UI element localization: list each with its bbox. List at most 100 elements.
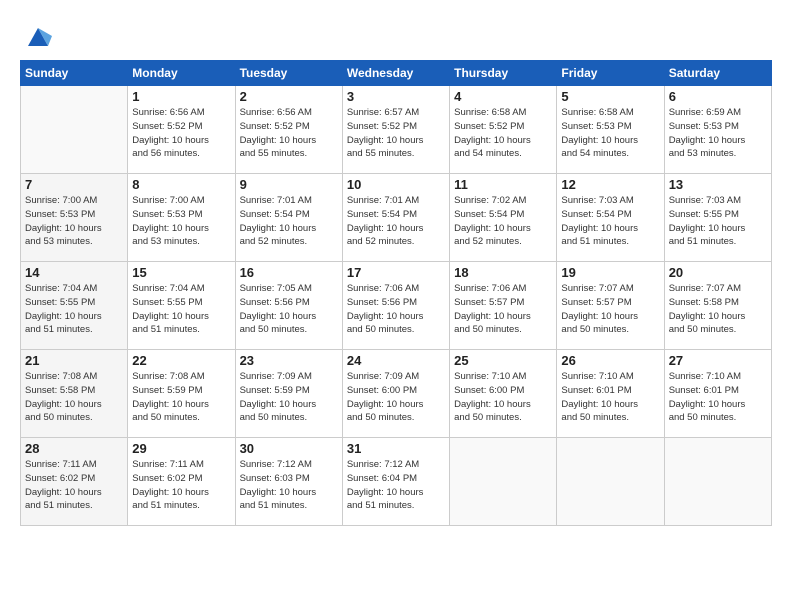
calendar-cell: 11 Sunrise: 7:02 AM Sunset: 5:54 PM Dayli… xyxy=(450,174,557,262)
calendar-week-row: 21Sunrise: 7:08 AM Sunset: 5:58 PM Dayli… xyxy=(21,350,772,438)
calendar-cell: 27Sunrise: 7:10 AM Sunset: 6:01 PM Dayli… xyxy=(664,350,771,438)
day-info: Sunrise: 7:04 AM Sunset: 5:55 PM Dayligh… xyxy=(132,282,230,337)
calendar-cell: 13Sunrise: 7:03 AM Sunset: 5:55 PM Dayli… xyxy=(664,174,771,262)
day-info: Sunrise: 6:58 AM Sunset: 5:52 PM Dayligh… xyxy=(454,106,552,161)
day-number: 25 xyxy=(454,353,552,368)
day-info: Sunrise: 7:10 AM Sunset: 6:01 PM Dayligh… xyxy=(561,370,659,425)
day-number: 16 xyxy=(240,265,338,280)
day-number: 30 xyxy=(240,441,338,456)
calendar-cell: 29Sunrise: 7:11 AM Sunset: 6:02 PM Dayli… xyxy=(128,438,235,526)
calendar-cell: 15 Sunrise: 7:04 AM Sunset: 5:55 PM Dayli… xyxy=(128,262,235,350)
day-number: 12 xyxy=(561,177,659,192)
logo xyxy=(20,22,52,50)
day-number: 24 xyxy=(347,353,445,368)
day-info: Sunrise: 7:06 AM Sunset: 5:56 PM Dayligh… xyxy=(347,282,445,337)
day-number: 22 xyxy=(132,353,230,368)
calendar-cell: 4 Sunrise: 6:58 AM Sunset: 5:52 PM Daylig… xyxy=(450,86,557,174)
calendar-cell: 14 Sunrise: 7:04 AM Sunset: 5:55 PM Dayli… xyxy=(21,262,128,350)
day-number: 11 xyxy=(454,177,552,192)
calendar-cell: 7 Sunrise: 7:00 AM Sunset: 5:53 PM Daylig… xyxy=(21,174,128,262)
calendar-cell: 21Sunrise: 7:08 AM Sunset: 5:58 PM Dayli… xyxy=(21,350,128,438)
day-info: Sunrise: 7:09 AM Sunset: 5:59 PM Dayligh… xyxy=(240,370,338,425)
calendar-cell xyxy=(450,438,557,526)
day-number: 19 xyxy=(561,265,659,280)
day-of-week-header: Friday xyxy=(557,61,664,86)
day-number: 20 xyxy=(669,265,767,280)
day-number: 4 xyxy=(454,89,552,104)
day-info: Sunrise: 7:11 AM Sunset: 6:02 PM Dayligh… xyxy=(132,458,230,513)
day-of-week-header: Thursday xyxy=(450,61,557,86)
calendar-cell: 18 Sunrise: 7:06 AM Sunset: 5:57 PM Dayli… xyxy=(450,262,557,350)
page: SundayMondayTuesdayWednesdayThursdayFrid… xyxy=(0,0,792,612)
day-number: 5 xyxy=(561,89,659,104)
day-number: 15 xyxy=(132,265,230,280)
day-info: Sunrise: 7:06 AM Sunset: 5:57 PM Dayligh… xyxy=(454,282,552,337)
day-info: Sunrise: 7:00 AM Sunset: 5:53 PM Dayligh… xyxy=(132,194,230,249)
calendar-cell: 26 Sunrise: 7:10 AM Sunset: 6:01 PM Dayli… xyxy=(557,350,664,438)
day-number: 3 xyxy=(347,89,445,104)
day-of-week-header: Sunday xyxy=(21,61,128,86)
day-number: 9 xyxy=(240,177,338,192)
day-of-week-header: Monday xyxy=(128,61,235,86)
day-info: Sunrise: 6:56 AM Sunset: 5:52 PM Dayligh… xyxy=(240,106,338,161)
calendar-header: SundayMondayTuesdayWednesdayThursdayFrid… xyxy=(21,61,772,86)
calendar-cell: 6 Sunrise: 6:59 AM Sunset: 5:53 PM Daylig… xyxy=(664,86,771,174)
calendar-week-row: 7 Sunrise: 7:00 AM Sunset: 5:53 PM Daylig… xyxy=(21,174,772,262)
logo-icon xyxy=(24,22,52,50)
day-of-week-header: Wednesday xyxy=(342,61,449,86)
calendar-cell: 23 Sunrise: 7:09 AM Sunset: 5:59 PM Dayli… xyxy=(235,350,342,438)
calendar-cell: 5 Sunrise: 6:58 AM Sunset: 5:53 PM Daylig… xyxy=(557,86,664,174)
day-info: Sunrise: 7:09 AM Sunset: 6:00 PM Dayligh… xyxy=(347,370,445,425)
day-info: Sunrise: 7:04 AM Sunset: 5:55 PM Dayligh… xyxy=(25,282,123,337)
day-number: 27 xyxy=(669,353,767,368)
calendar-cell: 10 Sunrise: 7:01 AM Sunset: 5:54 PM Dayli… xyxy=(342,174,449,262)
day-number: 14 xyxy=(25,265,123,280)
day-number: 2 xyxy=(240,89,338,104)
day-info: Sunrise: 7:12 AM Sunset: 6:03 PM Dayligh… xyxy=(240,458,338,513)
day-number: 7 xyxy=(25,177,123,192)
day-info: Sunrise: 7:12 AM Sunset: 6:04 PM Dayligh… xyxy=(347,458,445,513)
day-info: Sunrise: 7:01 AM Sunset: 5:54 PM Dayligh… xyxy=(240,194,338,249)
calendar-cell: 22 Sunrise: 7:08 AM Sunset: 5:59 PM Dayli… xyxy=(128,350,235,438)
day-info: Sunrise: 7:03 AM Sunset: 5:55 PM Dayligh… xyxy=(669,194,767,249)
day-info: Sunrise: 7:05 AM Sunset: 5:56 PM Dayligh… xyxy=(240,282,338,337)
calendar-cell: 3 Sunrise: 6:57 AM Sunset: 5:52 PM Daylig… xyxy=(342,86,449,174)
day-number: 6 xyxy=(669,89,767,104)
day-info: Sunrise: 6:57 AM Sunset: 5:52 PM Dayligh… xyxy=(347,106,445,161)
day-info: Sunrise: 6:59 AM Sunset: 5:53 PM Dayligh… xyxy=(669,106,767,161)
calendar-cell: 9 Sunrise: 7:01 AM Sunset: 5:54 PM Daylig… xyxy=(235,174,342,262)
calendar-cell: 8 Sunrise: 7:00 AM Sunset: 5:53 PM Daylig… xyxy=(128,174,235,262)
calendar-cell: 16 Sunrise: 7:05 AM Sunset: 5:56 PM Dayli… xyxy=(235,262,342,350)
day-number: 18 xyxy=(454,265,552,280)
calendar-week-row: 1Sunrise: 6:56 AM Sunset: 5:52 PM Daylig… xyxy=(21,86,772,174)
day-info: Sunrise: 7:02 AM Sunset: 5:54 PM Dayligh… xyxy=(454,194,552,249)
day-info: Sunrise: 6:58 AM Sunset: 5:53 PM Dayligh… xyxy=(561,106,659,161)
day-info: Sunrise: 7:01 AM Sunset: 5:54 PM Dayligh… xyxy=(347,194,445,249)
calendar-cell: 1Sunrise: 6:56 AM Sunset: 5:52 PM Daylig… xyxy=(128,86,235,174)
day-info: Sunrise: 7:08 AM Sunset: 5:59 PM Dayligh… xyxy=(132,370,230,425)
day-number: 26 xyxy=(561,353,659,368)
day-number: 28 xyxy=(25,441,123,456)
day-info: Sunrise: 7:10 AM Sunset: 6:00 PM Dayligh… xyxy=(454,370,552,425)
day-number: 8 xyxy=(132,177,230,192)
calendar-cell xyxy=(557,438,664,526)
calendar-cell: 25 Sunrise: 7:10 AM Sunset: 6:00 PM Dayli… xyxy=(450,350,557,438)
header xyxy=(20,18,772,50)
day-number: 17 xyxy=(347,265,445,280)
calendar-cell: 28 Sunrise: 7:11 AM Sunset: 6:02 PM Dayli… xyxy=(21,438,128,526)
day-info: Sunrise: 6:56 AM Sunset: 5:52 PM Dayligh… xyxy=(132,106,230,161)
calendar-cell: 12 Sunrise: 7:03 AM Sunset: 5:54 PM Dayli… xyxy=(557,174,664,262)
day-of-week-header: Tuesday xyxy=(235,61,342,86)
day-info: Sunrise: 7:00 AM Sunset: 5:53 PM Dayligh… xyxy=(25,194,123,249)
calendar-cell: 2 Sunrise: 6:56 AM Sunset: 5:52 PM Daylig… xyxy=(235,86,342,174)
day-info: Sunrise: 7:07 AM Sunset: 5:57 PM Dayligh… xyxy=(561,282,659,337)
calendar-week-row: 28 Sunrise: 7:11 AM Sunset: 6:02 PM Dayli… xyxy=(21,438,772,526)
calendar-cell: 19 Sunrise: 7:07 AM Sunset: 5:57 PM Dayli… xyxy=(557,262,664,350)
day-info: Sunrise: 7:11 AM Sunset: 6:02 PM Dayligh… xyxy=(25,458,123,513)
day-info: Sunrise: 7:08 AM Sunset: 5:58 PM Dayligh… xyxy=(25,370,123,425)
day-of-week-header: Saturday xyxy=(664,61,771,86)
calendar-cell xyxy=(664,438,771,526)
day-number: 23 xyxy=(240,353,338,368)
day-number: 10 xyxy=(347,177,445,192)
day-info: Sunrise: 7:03 AM Sunset: 5:54 PM Dayligh… xyxy=(561,194,659,249)
